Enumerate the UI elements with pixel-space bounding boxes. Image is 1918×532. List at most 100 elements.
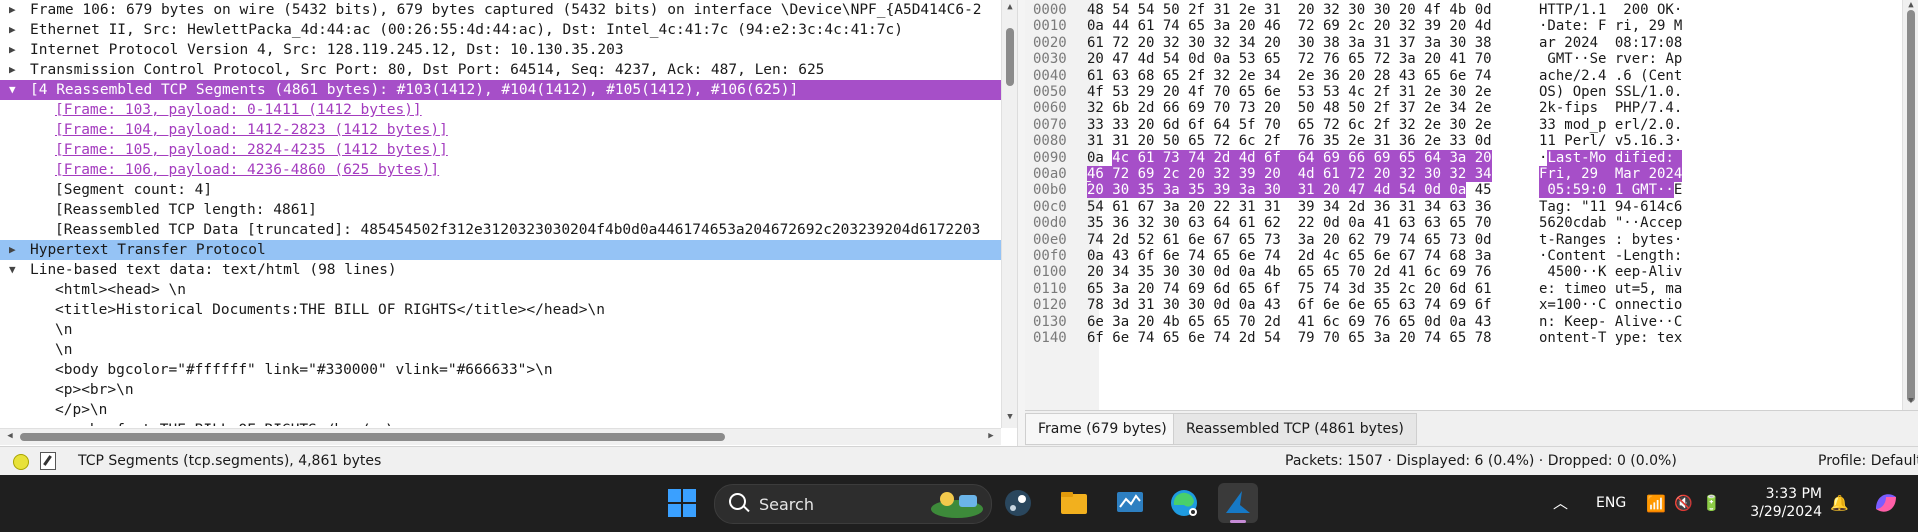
selected-bytes-highlight: 4c 61 73 74 2d 4d 6f 64 69 66 69 65 64 3… xyxy=(1112,149,1492,166)
capture-comment-icon[interactable] xyxy=(40,452,56,470)
tree-row-label: \n xyxy=(55,322,73,338)
tree-row-label: [4 Reassembled TCP Segments (4861 bytes)… xyxy=(30,82,799,98)
scrollbar-thumb[interactable] xyxy=(1907,10,1915,402)
steam-app-icon[interactable] xyxy=(998,483,1038,523)
tab-reassembled-tcp[interactable]: Reassembled TCP (4861 bytes) xyxy=(1173,413,1417,445)
tree-row[interactable]: </p>\n xyxy=(0,400,1001,420)
status-bar: TCP Segments (tcp.segments), 4,861 bytes… xyxy=(0,446,1918,476)
field-info-text: TCP Segments (tcp.segments), 4,861 bytes xyxy=(78,453,382,469)
tree-row-label: Hypertext Transfer Protocol xyxy=(30,242,266,258)
selected-bytes-highlight: 46 72 69 2c 20 32 39 20 4d 61 72 20 32 3… xyxy=(1087,166,1492,182)
collapse-arrow-icon[interactable]: ▼ xyxy=(9,80,19,100)
wireshark-app-icon[interactable] xyxy=(1218,483,1258,523)
scroll-right-arrow-icon[interactable]: ▶ xyxy=(983,431,999,441)
file-explorer-icon[interactable] xyxy=(1054,483,1094,523)
show-hidden-icons-chevron-icon[interactable]: ︿ xyxy=(1553,475,1568,532)
volume-muted-icon[interactable]: 🔇 xyxy=(1674,475,1693,532)
tree-row-label: [Reassembled TCP Data [truncated]: 48545… xyxy=(55,222,981,238)
bytes-vertical-scrollbar[interactable]: ▲ ▼ xyxy=(1902,0,1918,410)
tree-row[interactable]: ▼ Line-based text data: text/html (98 lin… xyxy=(0,260,1001,280)
edge-browser-icon[interactable] xyxy=(1164,483,1204,523)
frame-link[interactable]: [Frame: 106, payload: 4236-4860 (625 byt… xyxy=(55,160,439,180)
expand-arrow-icon[interactable]: ▶ xyxy=(9,40,19,60)
tree-row[interactable]: ▶ Hypertext Transfer Protocol xyxy=(0,240,1001,260)
start-button[interactable] xyxy=(662,483,702,523)
tree-row[interactable]: <title>Historical Documents:THE BILL OF … xyxy=(0,300,1001,320)
copilot-icon[interactable] xyxy=(1866,483,1906,523)
tree-row[interactable]: <p><b><font>THE BILL OF RIGHTS</b></p>\n xyxy=(0,420,1001,426)
packet-details-tree[interactable]: ▶ Frame 106: 679 bytes on wire (5432 bits… xyxy=(0,0,1001,426)
expand-arrow-icon[interactable]: ▶ xyxy=(9,60,19,80)
scroll-down-arrow-icon[interactable]: ▼ xyxy=(1903,396,1918,406)
tree-row-label: Internet Protocol Version 4, Src: 128.11… xyxy=(30,42,624,58)
packet-details-pane[interactable]: ▶ Frame 106: 679 bytes on wire (5432 bits… xyxy=(0,0,1001,428)
scrollbar-thumb[interactable] xyxy=(20,433,725,441)
tree-row[interactable]: [Reassembled TCP Data [truncated]: 48545… xyxy=(0,220,1001,240)
tree-row[interactable]: <body bgcolor="#ffffff" link="#330000" v… xyxy=(0,360,1001,380)
packet-counts-text: Packets: 1507 · Displayed: 6 (0.4%) · Dr… xyxy=(1285,453,1677,469)
expert-info-icon[interactable] xyxy=(13,454,29,470)
tree-row[interactable]: ▶ Frame 106: 679 bytes on wire (5432 bits… xyxy=(0,0,1001,20)
collapse-arrow-icon[interactable]: ▼ xyxy=(9,260,19,280)
scroll-up-arrow-icon[interactable]: ▲ xyxy=(1002,2,1018,12)
byte-offset: 0140 xyxy=(1033,329,1091,349)
tree-row[interactable]: \n xyxy=(0,320,1001,340)
tree-row-label: \n xyxy=(55,342,73,358)
search-label: Search xyxy=(759,495,814,514)
expand-arrow-icon[interactable]: ▶ xyxy=(9,240,19,260)
tree-row[interactable]: <p><br>\n xyxy=(0,380,1001,400)
tree-row[interactable]: [Reassembled TCP length: 4861] xyxy=(0,200,1001,220)
wireshark-window: ▶ Frame 106: 679 bytes on wire (5432 bits… xyxy=(0,0,1918,476)
frame-link[interactable]: [Frame: 105, payload: 2824-4235 (1412 by… xyxy=(55,140,448,160)
clock-time: 3:33 PM xyxy=(1765,486,1822,502)
tree-row-label: <body bgcolor="#ffffff" link="#330000" v… xyxy=(55,362,553,378)
frame-link[interactable]: [Frame: 104, payload: 1412-2823 (1412 by… xyxy=(55,120,448,140)
details-vertical-scrollbar[interactable]: ▲ ▼ xyxy=(1001,0,1018,428)
selected-bytes-highlight: 05:59:0 1 GMT·· xyxy=(1539,182,1674,199)
wifi-icon[interactable]: 📶 xyxy=(1646,475,1666,532)
expand-arrow-icon[interactable]: ▶ xyxy=(9,0,19,20)
search-icon xyxy=(729,493,746,510)
search-highlight-icon xyxy=(931,492,983,518)
tree-row[interactable]: ▶ Transmission Control Protocol, Src Port… xyxy=(0,60,1001,80)
taskbar: Search ︿ ENG 📶 🔇 🔋 3:33 PM 3/29/2024 🔔 xyxy=(0,475,1918,532)
tree-row[interactable]: ▼ [4 Reassembled TCP Segments (4861 bytes… xyxy=(0,80,1001,100)
hex-bytes[interactable]: 6f 6e 74 65 6e 74 2d 54 79 70 65 3a 20 7… xyxy=(1087,329,1492,349)
tree-row[interactable]: [Frame: 104, payload: 1412-2823 (1412 by… xyxy=(0,120,1001,140)
tree-row[interactable]: ▶ Ethernet II, Src: HewlettPacka_4d:44:ac… xyxy=(0,20,1001,40)
bytes-tab-bar: Frame (679 bytes) Reassembled TCP (4861 … xyxy=(1025,410,1918,447)
tree-row[interactable]: [Segment count: 4] xyxy=(0,180,1001,200)
tree-row[interactable]: [Frame: 105, payload: 2824-4235 (1412 by… xyxy=(0,140,1001,160)
monitor-app-icon[interactable] xyxy=(1110,483,1150,523)
tree-row-label: <html><head> \n xyxy=(55,282,186,298)
tree-row-label: Ethernet II, Src: HewlettPacka_4d:44:ac … xyxy=(30,22,903,38)
packet-bytes-pane[interactable]: 0000 48 54 54 50 2f 31 2e 31 20 32 30 30 … xyxy=(1025,0,1902,410)
details-horizontal-scrollbar[interactable]: ◀ ▶ xyxy=(0,428,1001,445)
input-language[interactable]: ENG xyxy=(1596,475,1626,532)
battery-icon[interactable]: 🔋 xyxy=(1702,475,1721,532)
scroll-left-arrow-icon[interactable]: ◀ xyxy=(2,431,18,441)
ascii-bytes[interactable]: ontent-T ype: tex xyxy=(1539,329,1682,349)
tree-row[interactable]: \n xyxy=(0,340,1001,360)
tree-row[interactable]: <html><head> \n xyxy=(0,280,1001,300)
scrollbar-thumb[interactable] xyxy=(1006,28,1014,86)
clock[interactable]: 3:33 PM 3/29/2024 xyxy=(1750,485,1822,521)
scroll-up-arrow-icon[interactable]: ▲ xyxy=(1903,0,1918,10)
clock-date: 3/29/2024 xyxy=(1750,504,1822,520)
windows-logo-icon xyxy=(668,489,696,517)
expand-arrow-icon[interactable]: ▶ xyxy=(9,20,19,40)
tree-row-label: Line-based text data: text/html (98 line… xyxy=(30,262,397,278)
tree-row-label: </p>\n xyxy=(55,402,108,418)
selected-bytes-highlight: 20 30 35 3a 35 39 3a 30 31 20 47 4d 54 0… xyxy=(1087,182,1467,199)
taskbar-search-box[interactable]: Search xyxy=(714,484,992,524)
tab-frame-bytes[interactable]: Frame (679 bytes) xyxy=(1025,413,1180,445)
tree-row-label: <p><b><font>THE BILL OF RIGHTS</b></p>\n xyxy=(55,420,404,426)
scroll-down-arrow-icon[interactable]: ▼ xyxy=(1002,412,1018,422)
profile-label[interactable]: Profile: Default xyxy=(1818,453,1918,469)
tree-row[interactable]: [Frame: 106, payload: 4236-4860 (625 byt… xyxy=(0,160,1001,180)
notification-icon[interactable]: 🔔 xyxy=(1830,475,1849,532)
tree-row[interactable]: [Frame: 103, payload: 0-1411 (1412 bytes… xyxy=(0,100,1001,120)
frame-link[interactable]: [Frame: 103, payload: 0-1411 (1412 bytes… xyxy=(55,100,422,120)
active-indicator xyxy=(1230,520,1246,523)
tree-row[interactable]: ▶ Internet Protocol Version 4, Src: 128.1… xyxy=(0,40,1001,60)
